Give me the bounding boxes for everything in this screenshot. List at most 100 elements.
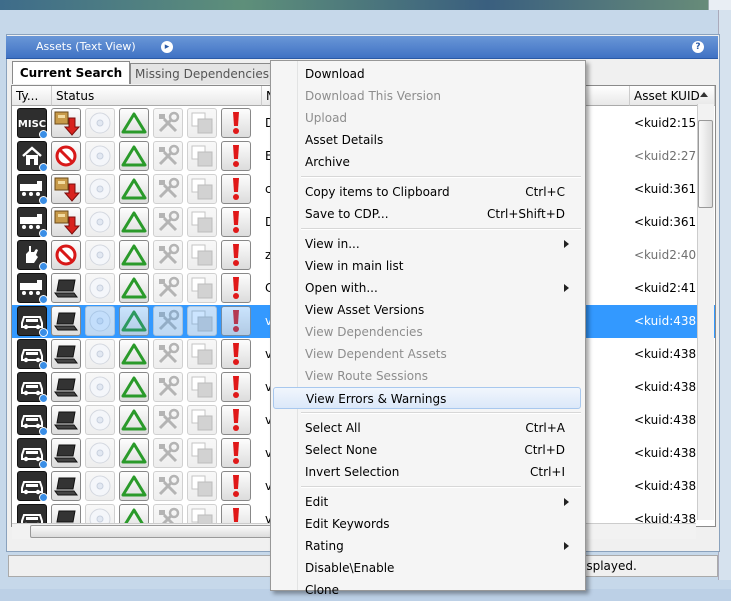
help-icon[interactable]: ?	[692, 41, 704, 53]
menu-item-asset-details[interactable]: Asset Details	[273, 129, 581, 151]
menu-item-save-to-cdp[interactable]: Save to CDP... Ctrl+Shift+D	[273, 203, 581, 225]
error-icon	[221, 339, 251, 369]
error-icon	[221, 372, 251, 402]
ok-triangle-icon	[119, 240, 149, 270]
menu-item-open-with[interactable]: Open with...	[273, 277, 581, 299]
status-text: isplayed.	[583, 559, 637, 573]
info-dot-icon	[39, 361, 48, 370]
asset-kuid: <kuid:43855	[634, 380, 696, 394]
menu-item-shortcut: Ctrl+Shift+D	[487, 207, 565, 221]
car-icon	[17, 471, 48, 502]
menu-separator	[301, 412, 581, 414]
asset-kuid: <kuid2:4111	[634, 281, 696, 295]
ok-triangle-icon	[119, 108, 149, 138]
car-icon	[17, 372, 48, 403]
menu-item-clone[interactable]: Clone	[273, 579, 581, 601]
info-dot-icon	[39, 130, 48, 139]
menu-item-archive[interactable]: Archive	[273, 151, 581, 173]
info-dot-icon	[39, 328, 48, 337]
menu-item-view-errors-warnings[interactable]: View Errors & Warnings	[273, 387, 581, 409]
info-dot-icon	[39, 493, 48, 502]
menu-item-edit-keywords[interactable]: Edit Keywords	[273, 513, 581, 535]
menu-separator	[301, 228, 581, 230]
menu-item-label: Select All	[305, 421, 361, 435]
error-icon	[221, 141, 251, 171]
tools-icon	[153, 273, 183, 303]
menu-item-edit[interactable]: Edit	[273, 491, 581, 513]
column-header-type[interactable]: Ty...	[12, 86, 52, 106]
submenu-arrow-icon	[564, 284, 569, 292]
disc-icon	[85, 306, 115, 336]
tools-icon	[153, 339, 183, 369]
menu-item-select-all[interactable]: Select All Ctrl+A	[273, 417, 581, 439]
disc-icon	[85, 372, 115, 402]
asset-kuid: <kuid:43855	[634, 479, 696, 493]
info-dot-icon	[39, 262, 48, 271]
ok-triangle-icon	[119, 174, 149, 204]
menu-item-disable-enable[interactable]: Disable\Enable	[273, 557, 581, 579]
menu-item-label: Edit Keywords	[305, 517, 390, 531]
menu-item-view-dependencies: View Dependencies	[273, 321, 581, 343]
tab-missing-dependencies[interactable]: Missing Dependencies	[130, 63, 274, 84]
disc-icon	[85, 207, 115, 237]
laptop-icon	[51, 405, 81, 435]
train-icon	[17, 207, 48, 238]
error-icon	[221, 273, 251, 303]
info-dot-icon	[39, 196, 48, 205]
error-icon	[221, 207, 251, 237]
info-dot-icon	[39, 295, 48, 304]
tools-icon	[153, 141, 183, 171]
menu-item-label: Asset Details	[305, 133, 384, 147]
menu-item-label: Upload	[305, 111, 348, 125]
menu-item-invert-selection[interactable]: Invert Selection Ctrl+I	[273, 461, 581, 483]
laptop-icon	[51, 438, 81, 468]
ok-triangle-icon	[119, 141, 149, 171]
menu-item-label: Invert Selection	[305, 465, 400, 479]
disc-icon	[85, 471, 115, 501]
menu-item-download[interactable]: Download	[273, 63, 581, 85]
menu-item-shortcut: Ctrl+I	[530, 465, 565, 479]
menu-item-label: Save to CDP...	[305, 207, 389, 221]
asset-kuid: <kuid:43855	[634, 347, 696, 361]
tools-icon	[153, 240, 183, 270]
train-icon	[17, 174, 48, 205]
ok-triangle-icon	[119, 405, 149, 435]
vertical-scroll-thumb[interactable]	[698, 120, 713, 208]
menu-item-label: Select None	[305, 443, 378, 457]
squares-icon	[187, 141, 217, 171]
ok-triangle-icon	[119, 438, 149, 468]
menu-item-copy-items-to-clipboard[interactable]: Copy items to Clipboard Ctrl+C	[273, 181, 581, 203]
horizontal-scroll-thumb[interactable]	[30, 525, 272, 538]
menu-item-view-asset-versions[interactable]: View Asset Versions	[273, 299, 581, 321]
tab-current-search[interactable]: Current Search	[12, 61, 130, 84]
car-icon	[17, 306, 48, 337]
asset-kuid: <kuid2:4002	[634, 248, 696, 262]
disc-icon	[85, 240, 115, 270]
menu-item-select-none[interactable]: Select None Ctrl+D	[273, 439, 581, 461]
error-icon	[221, 174, 251, 204]
menu-item-view-in-main-list[interactable]: View in main list	[273, 255, 581, 277]
menu-item-upload: Upload	[273, 107, 581, 129]
squares-icon	[187, 306, 217, 336]
squares-icon	[187, 207, 217, 237]
error-icon	[221, 108, 251, 138]
panel-header: Assets (Text View) ▸ ?	[6, 36, 718, 59]
asset-kuid: <kuid:36161	[634, 215, 696, 229]
blocked-icon	[51, 240, 81, 270]
menu-separator	[301, 486, 581, 488]
menu-item-view-dependent-assets: View Dependent Assets	[273, 343, 581, 365]
menu-item-label: View in main list	[305, 259, 404, 273]
menu-item-shortcut: Ctrl+C	[525, 185, 565, 199]
menu-item-view-in[interactable]: View in...	[273, 233, 581, 255]
ok-triangle-icon	[119, 339, 149, 369]
menu-item-label: View Dependent Assets	[305, 347, 447, 361]
column-header-status[interactable]: Status	[52, 86, 262, 106]
menu-item-rating[interactable]: Rating	[273, 535, 581, 557]
misc-icon: MISC	[17, 108, 48, 139]
squares-icon	[187, 471, 217, 501]
squares-icon	[187, 405, 217, 435]
panel-menu-icon[interactable]: ▸	[161, 41, 173, 53]
menu-item-label: Archive	[305, 155, 350, 169]
ok-triangle-icon	[119, 372, 149, 402]
squares-icon	[187, 108, 217, 138]
